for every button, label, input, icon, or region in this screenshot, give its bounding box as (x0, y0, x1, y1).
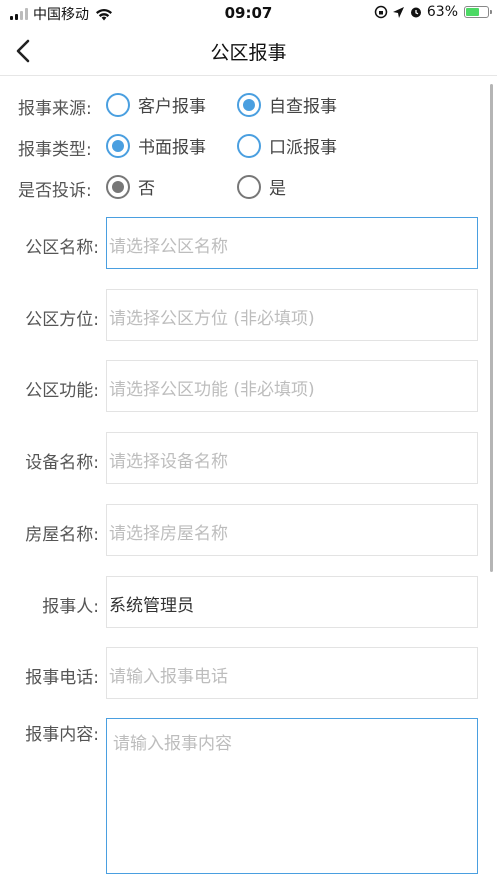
status-right: 63% (374, 4, 492, 20)
report-source-option-customer[interactable]: 客户报事 (106, 92, 206, 117)
nav-bar: 公区报事 (0, 26, 497, 76)
complaint-row: 是否投诉: 否 是 (0, 172, 497, 202)
report-type-option-verbal[interactable]: 口派报事 (237, 133, 337, 158)
report-source-row: 报事来源: 客户报事 自查报事 (0, 90, 497, 120)
area-function-placeholder: 请选择公区功能 (非必填项) (109, 380, 315, 400)
content-textarea[interactable]: 请输入报事内容 (106, 718, 478, 874)
page-title: 公区报事 (210, 42, 287, 64)
area-position-placeholder: 请选择公区方位 (非必填项) (109, 309, 315, 329)
option-label: 自查报事 (269, 97, 337, 117)
radio-icon[interactable] (237, 174, 261, 199)
radio-checked-icon[interactable] (106, 174, 130, 199)
device-name-label: 设备名称: (25, 453, 99, 473)
orientation-lock-icon (374, 5, 388, 19)
complaint-option-no[interactable]: 否 (106, 174, 155, 199)
option-label: 否 (138, 179, 155, 199)
phone-label: 报事电话: (25, 668, 99, 688)
complaint-option-yes[interactable]: 是 (237, 174, 286, 199)
battery-percent: 63% (426, 4, 458, 20)
battery-icon (464, 6, 492, 18)
content-label: 报事内容: (25, 725, 99, 745)
option-label: 口派报事 (269, 138, 337, 158)
radio-checked-icon[interactable] (106, 133, 130, 158)
device-name-select[interactable]: 请选择设备名称 (106, 432, 478, 484)
house-name-select[interactable]: 请选择房屋名称 (106, 504, 478, 556)
radio-icon[interactable] (237, 133, 261, 158)
option-label: 是 (269, 179, 286, 199)
option-label: 客户报事 (138, 97, 206, 117)
report-type-row: 报事类型: 书面报事 口派报事 (0, 131, 497, 161)
phone-placeholder: 请输入报事电话 (109, 667, 228, 687)
area-name-placeholder: 请选择公区名称 (109, 237, 228, 257)
alarm-icon (410, 7, 421, 18)
radio-icon[interactable] (106, 92, 130, 117)
area-position-label: 公区方位: (25, 310, 99, 330)
status-bar: 中国移动 09:07 63% (0, 0, 497, 26)
house-name-label: 房屋名称: (25, 525, 99, 545)
location-icon (392, 6, 404, 18)
area-name-label: 公区名称: (25, 238, 99, 258)
complaint-label: 是否投诉: (18, 181, 92, 201)
option-label: 书面报事 (138, 138, 206, 158)
area-function-label: 公区功能: (25, 381, 99, 401)
area-name-select[interactable]: 请选择公区名称 (106, 217, 478, 269)
reporter-value: 系统管理员 (109, 596, 194, 616)
content-placeholder: 请输入报事内容 (113, 734, 232, 754)
report-type-label: 报事类型: (18, 140, 92, 160)
radio-checked-icon[interactable] (237, 92, 261, 117)
area-function-select[interactable]: 请选择公区功能 (非必填项) (106, 360, 478, 412)
area-position-select[interactable]: 请选择公区方位 (非必填项) (106, 289, 478, 341)
phone-input[interactable]: 请输入报事电话 (106, 647, 478, 699)
report-source-option-self[interactable]: 自查报事 (237, 92, 337, 117)
house-name-placeholder: 请选择房屋名称 (109, 524, 228, 544)
device-name-placeholder: 请选择设备名称 (109, 452, 228, 472)
reporter-input[interactable]: 系统管理员 (106, 576, 478, 628)
report-type-option-written[interactable]: 书面报事 (106, 133, 206, 158)
report-source-label: 报事来源: (18, 99, 92, 119)
reporter-label: 报事人: (42, 597, 99, 617)
